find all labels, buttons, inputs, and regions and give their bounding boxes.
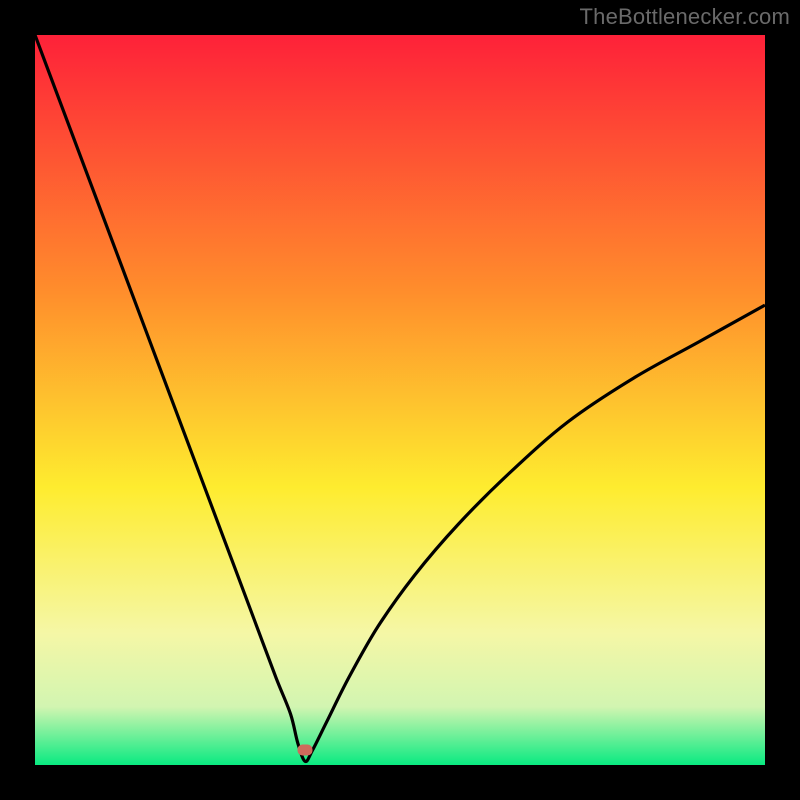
chart-outer-frame: TheBottlenecker.com xyxy=(0,0,800,800)
optimal-point-marker xyxy=(298,745,313,756)
watermark-text: TheBottlenecker.com xyxy=(580,4,790,30)
plot-area xyxy=(35,35,765,765)
bottleneck-curve xyxy=(35,35,765,765)
